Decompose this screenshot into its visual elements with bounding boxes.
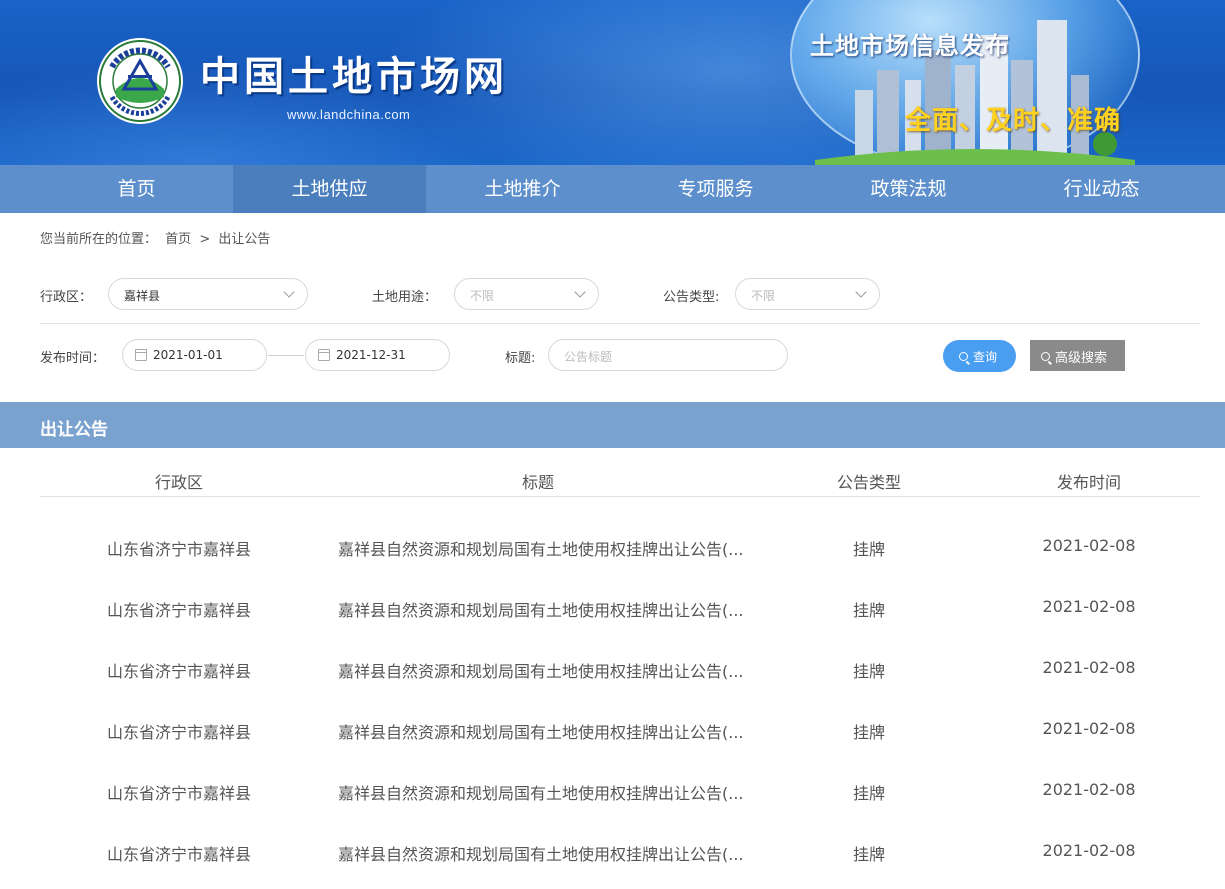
row-region: 山东省济宁市嘉祥县 [106, 601, 252, 620]
chevron-down-icon [283, 286, 295, 298]
notice-type-label: 公告类型: [663, 290, 720, 305]
chevron-down-icon [855, 286, 867, 298]
chevron-down-icon [574, 286, 586, 298]
nav-item-special-services[interactable]: 专项服务 [619, 165, 812, 213]
row-region: 山东省济宁市嘉祥县 [106, 540, 252, 559]
banner-tagline: 全面、及时、准确 [905, 106, 1122, 136]
column-header-type: 公告类型 [836, 473, 902, 492]
breadcrumb-separator: > [199, 232, 211, 247]
row-type: 挂牌 [852, 723, 886, 742]
section-header: 出让公告 [0, 402, 1225, 448]
breadcrumb-current: 出让公告 [218, 232, 271, 247]
row-date: 2021-02-08 [1042, 597, 1136, 616]
nav-item-policies[interactable]: 政策法规 [812, 165, 1005, 213]
row-type: 挂牌 [852, 845, 886, 864]
table-row[interactable]: 山东省济宁市嘉祥县 嘉祥县自然资源和规划局国有土地使用权挂牌出让公告(... 挂… [40, 770, 1200, 810]
row-date: 2021-02-08 [1042, 719, 1136, 738]
row-title-link[interactable]: 嘉祥县自然资源和规划局国有土地使用权挂牌出让公告(... [338, 536, 744, 560]
nav-item-industry-news[interactable]: 行业动态 [1005, 165, 1198, 213]
column-header-title: 标题 [521, 473, 555, 492]
table-row[interactable]: 山东省济宁市嘉祥县 嘉祥县自然资源和规划局国有土地使用权挂牌出让公告(... 挂… [40, 526, 1200, 566]
row-title-link[interactable]: 嘉祥县自然资源和规划局国有土地使用权挂牌出让公告(... [338, 841, 744, 865]
query-button-label: 查询 [973, 350, 998, 364]
row-date: 2021-02-08 [1042, 658, 1136, 677]
land-use-select[interactable]: 不限 [454, 278, 599, 310]
row-title-link[interactable]: 嘉祥县自然资源和规划局国有土地使用权挂牌出让公告(... [338, 597, 744, 621]
nav-item-land-supply[interactable]: 土地供应 [233, 165, 426, 213]
table-row[interactable]: 山东省济宁市嘉祥县 嘉祥县自然资源和规划局国有土地使用权挂牌出让公告(... 挂… [40, 831, 1200, 871]
column-header-date: 发布时间 [1056, 473, 1122, 492]
row-region: 山东省济宁市嘉祥县 [106, 723, 252, 742]
filter-divider [40, 323, 1200, 324]
table-header: 行政区 标题 公告类型 发布时间 [40, 458, 1200, 497]
row-type: 挂牌 [852, 540, 886, 559]
row-date: 2021-02-08 [1042, 780, 1136, 799]
query-button[interactable]: 查询 [943, 340, 1016, 372]
table-row[interactable]: 山东省济宁市嘉祥县 嘉祥县自然资源和规划局国有土地使用权挂牌出让公告(... 挂… [40, 709, 1200, 749]
table-row[interactable]: 山东省济宁市嘉祥县 嘉祥县自然资源和规划局国有土地使用权挂牌出让公告(... 挂… [40, 648, 1200, 688]
calendar-icon [135, 349, 147, 361]
row-region: 山东省济宁市嘉祥县 [106, 662, 252, 681]
notice-type-placeholder: 不限 [751, 289, 776, 303]
row-date: 2021-02-08 [1042, 536, 1136, 555]
title-label: 标题: [505, 351, 536, 366]
site-logo[interactable] [96, 37, 184, 125]
column-header-region: 行政区 [154, 473, 204, 492]
section-title: 出让公告 [40, 420, 108, 440]
publish-time-label: 发布时间： [40, 351, 106, 366]
start-date-value: 2021-01-01 [153, 348, 223, 362]
row-title-link[interactable]: 嘉祥县自然资源和规划局国有土地使用权挂牌出让公告(... [338, 658, 744, 682]
notice-table: 行政区 标题 公告类型 发布时间 山东省济宁市嘉祥县 嘉祥县自然资源和规划局国有… [40, 458, 1200, 864]
land-use-label: 土地用途： [372, 290, 438, 305]
row-region: 山东省济宁市嘉祥县 [106, 845, 252, 864]
start-date-input[interactable]: 2021-01-01 [122, 339, 267, 371]
site-name: 中国土地市场网 [200, 53, 508, 100]
end-date-value: 2021-12-31 [336, 348, 406, 362]
calendar-icon [318, 349, 330, 361]
row-title-link[interactable]: 嘉祥县自然资源和规划局国有土地使用权挂牌出让公告(... [338, 780, 744, 804]
header-banner: 中国土地市场网 www.landchina.com 土地市场信息发布 全面、及时… [0, 0, 1225, 165]
row-type: 挂牌 [852, 662, 886, 681]
title-search-input[interactable]: 公告标题 [548, 339, 788, 371]
land-use-placeholder: 不限 [470, 289, 495, 303]
row-date: 2021-02-08 [1042, 841, 1136, 860]
region-select[interactable]: 嘉祥县 [108, 278, 308, 310]
main-nav: 首页 土地供应 土地推介 专项服务 政策法规 行业动态 [0, 165, 1225, 213]
date-range-separator [268, 355, 304, 356]
row-type: 挂牌 [852, 784, 886, 803]
breadcrumb-prefix: 您当前所在的位置： [40, 232, 158, 247]
advanced-search-button[interactable]: 高级搜索 [1030, 340, 1125, 371]
breadcrumb-home-link[interactable]: 首页 [165, 232, 191, 247]
search-icon [1041, 352, 1050, 361]
banner-slogan: 土地市场信息发布 [810, 32, 1010, 60]
row-type: 挂牌 [852, 601, 886, 620]
end-date-input[interactable]: 2021-12-31 [305, 339, 450, 371]
region-select-value: 嘉祥县 [124, 289, 161, 303]
title-search-placeholder: 公告标题 [564, 350, 613, 364]
table-row[interactable]: 山东省济宁市嘉祥县 嘉祥县自然资源和规划局国有土地使用权挂牌出让公告(... 挂… [40, 587, 1200, 627]
region-label: 行政区： [40, 290, 93, 305]
search-icon [959, 352, 968, 361]
nav-item-home[interactable]: 首页 [40, 165, 233, 213]
row-region: 山东省济宁市嘉祥县 [106, 784, 252, 803]
row-title-link[interactable]: 嘉祥县自然资源和规划局国有土地使用权挂牌出让公告(... [338, 719, 744, 743]
site-url: www.landchina.com [287, 107, 411, 122]
nav-item-land-promotion[interactable]: 土地推介 [426, 165, 619, 213]
breadcrumb: 您当前所在的位置： 首页 > 出让公告 [40, 228, 274, 247]
advanced-search-label: 高级搜索 [1055, 351, 1108, 366]
notice-type-select[interactable]: 不限 [735, 278, 880, 310]
